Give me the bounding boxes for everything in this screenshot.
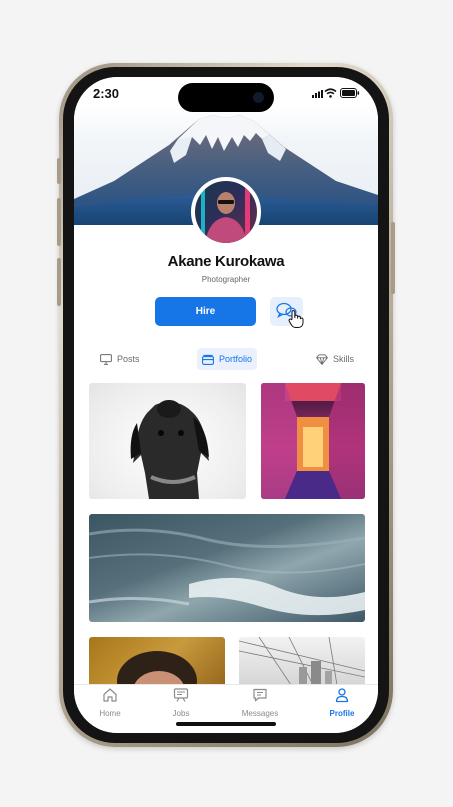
portfolio-photo-neon-corridor[interactable] bbox=[261, 383, 365, 499]
signal-icon bbox=[312, 90, 323, 98]
folder-icon bbox=[202, 354, 214, 365]
nav-label: Profile bbox=[329, 709, 355, 718]
dynamic-island bbox=[178, 83, 274, 112]
tab-skills[interactable]: Skills bbox=[316, 348, 354, 370]
profile-name: Akane Kurokawa bbox=[167, 253, 285, 270]
nav-label: Messages bbox=[241, 709, 279, 718]
screen: 2:30 Akane Kurokawa Photographer Hire Po… bbox=[74, 77, 378, 733]
tab-label: Skills bbox=[333, 354, 355, 364]
tab-label: Portfolio bbox=[219, 354, 253, 364]
monitor-icon bbox=[100, 353, 112, 365]
diamond-icon bbox=[316, 353, 328, 365]
phone-side-button bbox=[391, 222, 395, 294]
camera-icon bbox=[253, 92, 264, 103]
hand-cursor-icon bbox=[288, 310, 304, 328]
hire-button[interactable]: Hire bbox=[155, 297, 256, 326]
phone-side-button bbox=[57, 258, 61, 306]
tab-portfolio[interactable]: Portfolio bbox=[197, 348, 258, 370]
status-bar: 2:30 bbox=[74, 77, 378, 112]
phone-side-button bbox=[57, 158, 61, 184]
portfolio-photo-ocean-waves[interactable] bbox=[89, 514, 365, 622]
message-icon bbox=[253, 688, 267, 702]
message-button[interactable] bbox=[270, 297, 304, 328]
profile-role: Photographer bbox=[201, 275, 251, 284]
nav-home[interactable]: Home bbox=[80, 687, 140, 718]
tab-posts[interactable]: Posts bbox=[100, 348, 140, 370]
profile-tabs: Posts Portfolio Skills bbox=[74, 348, 378, 370]
tab-label: Posts bbox=[117, 354, 140, 364]
status-time: 2:30 bbox=[93, 86, 120, 101]
portfolio-photo-dog[interactable] bbox=[89, 383, 246, 499]
nav-label: Jobs bbox=[172, 709, 190, 718]
jobs-icon bbox=[173, 688, 189, 702]
battery-icon bbox=[340, 88, 360, 98]
nav-jobs[interactable]: Jobs bbox=[151, 687, 211, 718]
wifi-icon bbox=[324, 88, 337, 98]
home-icon bbox=[103, 688, 117, 702]
user-icon bbox=[335, 688, 349, 703]
home-indicator[interactable] bbox=[176, 722, 276, 726]
stage: 2:30 Akane Kurokawa Photographer Hire Po… bbox=[0, 0, 453, 807]
phone-side-button bbox=[57, 198, 61, 246]
nav-profile[interactable]: Profile bbox=[312, 687, 372, 718]
avatar bbox=[191, 177, 261, 247]
nav-label: Home bbox=[99, 709, 121, 718]
nav-messages[interactable]: Messages bbox=[230, 687, 290, 718]
